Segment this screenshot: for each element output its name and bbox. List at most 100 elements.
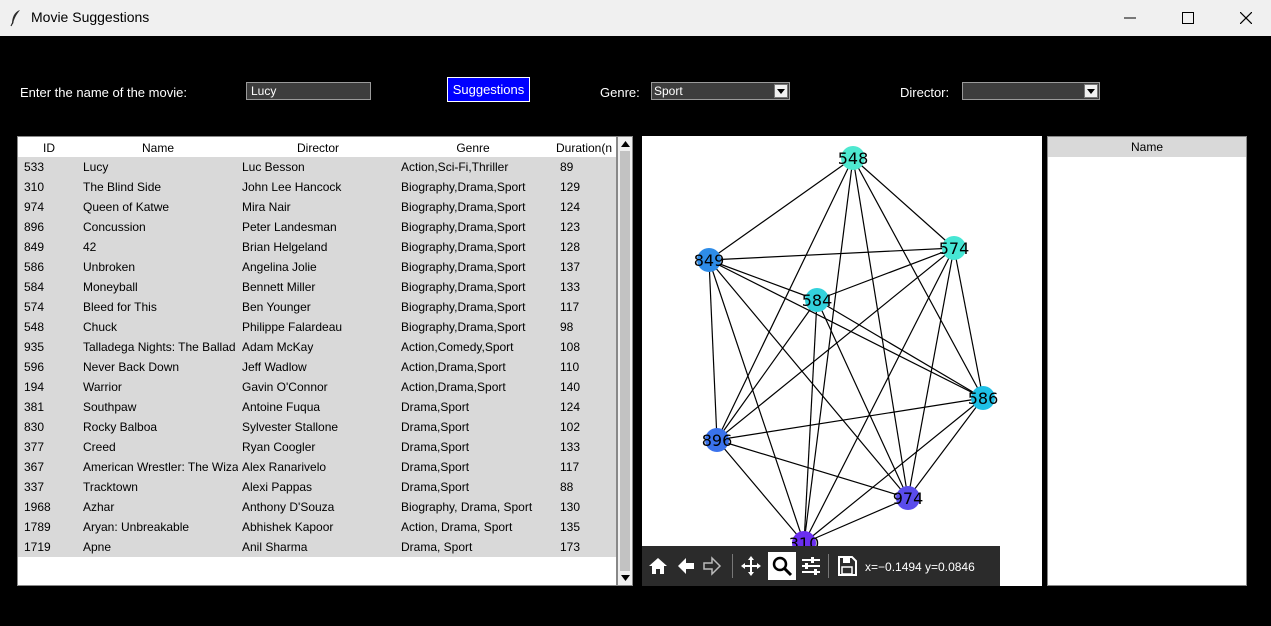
chevron-down-icon — [1087, 89, 1095, 94]
movie-name-input[interactable]: Lucy — [246, 82, 371, 100]
forward-button[interactable] — [700, 554, 724, 578]
column-header-id[interactable]: ID — [38, 141, 60, 155]
table-row[interactable]: 935 Talladega Nights: The Ballad Adam McKa… — [18, 337, 616, 357]
back-button[interactable] — [674, 554, 698, 578]
minimize-button[interactable] — [1101, 0, 1159, 36]
table-cell: Rocky Balboa — [83, 420, 158, 434]
table-cell: 1719 — [24, 540, 51, 554]
table-cell: 1968 — [24, 500, 51, 514]
director-combobox[interactable] — [962, 82, 1100, 100]
minimize-icon — [1124, 17, 1136, 19]
table-cell: Unbroken — [83, 260, 136, 274]
table-cell: 896 — [24, 220, 45, 234]
graph-node-label: 584 — [802, 291, 833, 310]
table-cell: Drama, Sport — [401, 540, 473, 554]
table-row[interactable]: 596 Never Back Down Jeff Wadlow Action,Dram… — [18, 357, 616, 377]
table-cell: 596 — [24, 360, 45, 374]
table-cell: 584 — [24, 280, 45, 294]
table-cell: Queen of Katwe — [83, 200, 170, 214]
home-button[interactable] — [646, 554, 670, 578]
back-icon — [678, 558, 694, 574]
table-header: ID Name Director Genre Duration(n — [18, 137, 616, 157]
table-scrollbar[interactable] — [617, 136, 633, 586]
table-cell: The Blind Side — [83, 180, 162, 194]
table-cell: Jeff Wadlow — [242, 360, 307, 374]
table-row[interactable]: 1789 Aryan: Unbreakable Abhishek Kapoor Act… — [18, 517, 616, 537]
table-cell: 124 — [560, 400, 581, 414]
graph-edge — [907, 247, 955, 499]
table-row[interactable]: 548 Chuck Philippe Falardeau Biography,Dram… — [18, 317, 616, 337]
graph-edge — [708, 247, 955, 261]
suggestions-list[interactable]: Name — [1047, 136, 1247, 586]
scroll-up-button[interactable] — [619, 138, 631, 150]
table-cell: Peter Landesman — [242, 220, 337, 234]
table-cell: 586 — [24, 260, 45, 274]
close-icon — [1240, 12, 1252, 24]
table-row[interactable]: 533 Lucy Luc Besson Action,Sci-Fi,Thriller 8… — [18, 157, 616, 177]
table-cell: Biography,Drama,Sport — [401, 280, 526, 294]
table-cell: 533 — [24, 160, 45, 174]
graph-edge — [953, 247, 984, 399]
table-cell: 310 — [24, 180, 45, 194]
table-row[interactable]: 1968 Azhar Anthony D'Souza Biography, Drama… — [18, 497, 616, 517]
graph-node-label: 574 — [939, 239, 970, 258]
table-cell: Never Back Down — [83, 360, 180, 374]
table-row[interactable]: 830 Rocky Balboa Sylvester Stallone Drama,S… — [18, 417, 616, 437]
pan-button[interactable] — [739, 554, 763, 578]
table-cell: 108 — [560, 340, 581, 354]
graph-canvas[interactable]: 548 574 849 584 586 896 974 310 — [642, 136, 1042, 586]
table-cell: Tracktown — [83, 480, 138, 494]
genre-combobox[interactable]: Sport — [651, 82, 790, 100]
list-header[interactable]: Name — [1048, 137, 1246, 157]
table-row[interactable]: 586 Unbroken Angelina Jolie Biography,Drama… — [18, 257, 616, 277]
table-row[interactable]: 377 Creed Ryan Coogler Drama,Sport 133 — [18, 437, 616, 457]
column-header-genre[interactable]: Genre — [448, 141, 498, 155]
table-row[interactable]: 584 Moneyball Bennett Miller Biography,Dram… — [18, 277, 616, 297]
table-row[interactable]: 337 Tracktown Alexi Pappas Drama,Sport 88 — [18, 477, 616, 497]
graph-edge — [716, 439, 909, 499]
graph-edge — [803, 397, 984, 544]
toolbar-separator — [828, 554, 829, 578]
scroll-thumb[interactable] — [620, 151, 630, 571]
table-cell: 849 — [24, 240, 45, 254]
table-cell: American Wrestler: The Wiza — [83, 460, 238, 474]
column-header-duration[interactable]: Duration(n — [556, 141, 616, 155]
close-button[interactable] — [1217, 0, 1271, 36]
table-cell: Biography,Drama,Sport — [401, 200, 526, 214]
configure-button[interactable] — [799, 554, 823, 578]
table-cell: Action,Drama,Sport — [401, 360, 506, 374]
maximize-button[interactable] — [1159, 0, 1217, 36]
table-cell: Lucy — [83, 160, 109, 174]
table-cell: 88 — [560, 480, 574, 494]
feather-icon — [10, 10, 20, 27]
table-cell: Philippe Falardeau — [242, 320, 343, 334]
graph-edge — [816, 247, 955, 301]
suggestions-button[interactable]: Suggestions — [447, 77, 530, 102]
table-cell: Action,Drama,Sport — [401, 380, 506, 394]
table-row[interactable]: 974 Queen of Katwe Mira Nair Biography,Dram… — [18, 197, 616, 217]
column-header-director[interactable]: Director — [288, 141, 348, 155]
director-label: Director: — [900, 85, 950, 100]
configure-icon — [802, 557, 820, 575]
table-row[interactable]: 194 Warrior Gavin O'Connor Action,Drama,Spo… — [18, 377, 616, 397]
table-cell: 140 — [560, 380, 581, 394]
graph-edge — [852, 157, 955, 249]
table-row[interactable]: 1719 Apne Anil Sharma Drama, Sport 173 — [18, 537, 616, 557]
column-header-name[interactable]: Name — [128, 141, 188, 155]
table-row[interactable]: 849 42 Brian Helgeland Biography,Drama,Spor… — [18, 237, 616, 257]
genre-dropdown-button[interactable] — [774, 84, 788, 98]
toolbar-separator — [732, 554, 733, 578]
table-row[interactable]: 896 Concussion Peter Landesman Biography,Dr… — [18, 217, 616, 237]
director-dropdown-button[interactable] — [1084, 84, 1098, 98]
table-row[interactable]: 367 American Wrestler: The Wiza Alex Ranar… — [18, 457, 616, 477]
graph-edge — [907, 397, 984, 499]
scroll-down-button[interactable] — [619, 572, 631, 584]
graph-node-label: 548 — [838, 149, 869, 168]
graph-edge — [803, 157, 854, 544]
table-row[interactable]: 381 Southpaw Antoine Fuqua Drama,Sport 124 — [18, 397, 616, 417]
movies-table[interactable]: ID Name Director Genre Duration(n 533 Luc… — [17, 136, 617, 586]
table-row[interactable]: 574 Bleed for This Ben Younger Biography,Dr… — [18, 297, 616, 317]
zoom-button[interactable] — [768, 552, 796, 580]
save-button[interactable] — [835, 554, 859, 578]
table-row[interactable]: 310 The Blind Side John Lee Hancock Biograp… — [18, 177, 616, 197]
